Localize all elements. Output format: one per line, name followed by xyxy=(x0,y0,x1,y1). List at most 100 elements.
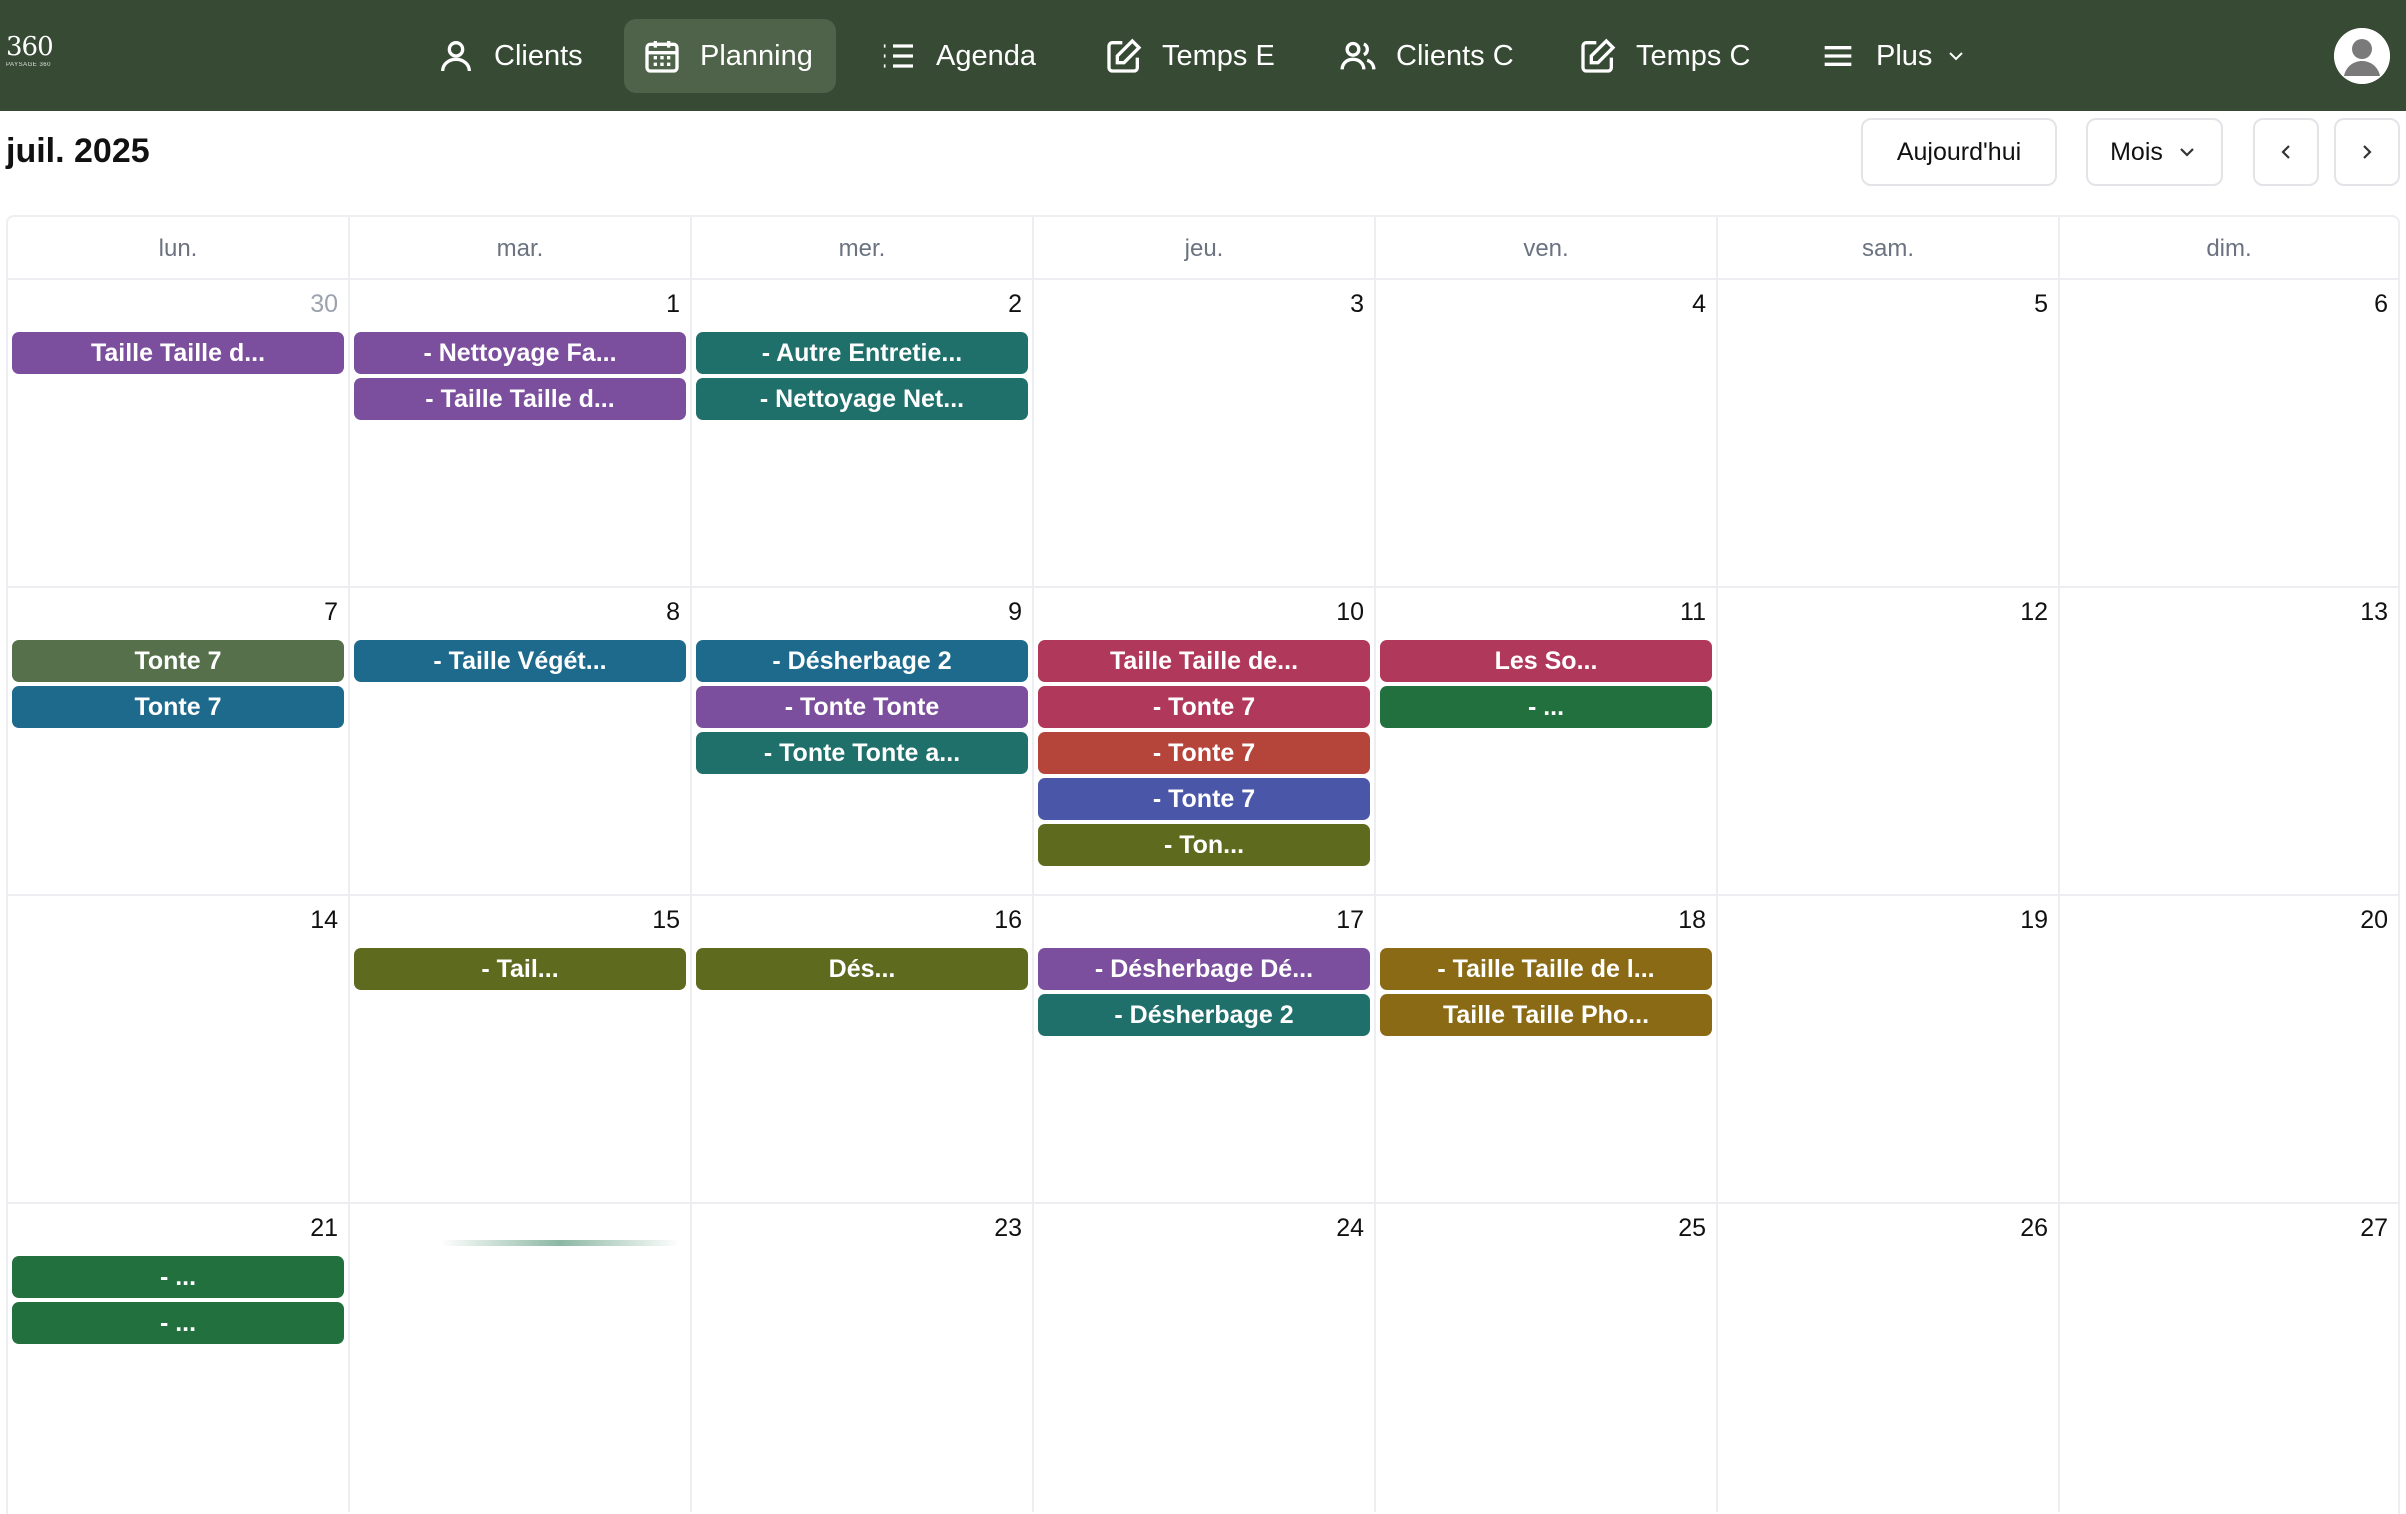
day-number[interactable]: 16 xyxy=(994,906,1022,935)
day-number[interactable]: 23 xyxy=(994,1214,1022,1243)
calendar-day-cell[interactable]: 9 - Désherbage 2- Tonte Tonte - Tonte Tont… xyxy=(692,588,1034,896)
calendar-day-cell[interactable]: 10 Taille Taille de... - Tonte 7- Tonte 7-… xyxy=(1034,588,1376,896)
day-number[interactable]: 27 xyxy=(2360,1214,2388,1243)
calendar-day-cell[interactable]: 24 xyxy=(1034,1204,1376,1512)
calendar-day-cell[interactable]: 16 Dés... xyxy=(692,896,1034,1204)
calendar-event[interactable]: - Tonte Tonte xyxy=(696,686,1028,728)
calendar-event[interactable]: - Tonte Tonte a... xyxy=(696,732,1028,774)
calendar-day-cell[interactable]: 7 Tonte 7 Tonte 7 xyxy=(8,588,350,896)
day-number[interactable]: 26 xyxy=(2020,1214,2048,1243)
calendar-event[interactable]: - ... xyxy=(12,1256,344,1298)
calendar-event[interactable]: - ... xyxy=(12,1302,344,1344)
day-number[interactable]: 19 xyxy=(2020,906,2048,935)
calendar-day-cell[interactable]: 23 xyxy=(692,1204,1034,1512)
calendar-event[interactable]: - ... xyxy=(1380,686,1712,728)
day-number[interactable]: 7 xyxy=(324,598,338,627)
day-number[interactable]: 11 xyxy=(1680,598,1706,627)
calendar-event[interactable]: - Tonte 7 xyxy=(1038,686,1370,728)
nav-item-planning[interactable]: Planning xyxy=(624,19,836,93)
calendar-day-cell[interactable]: 13 xyxy=(2060,588,2398,896)
app-logo[interactable]: 360 PAYSAGE 360 xyxy=(6,34,58,76)
calendar-event[interactable]: - Nettoyage Fa... xyxy=(354,332,686,374)
nav-item-plus[interactable]: Plus xyxy=(1800,19,1986,93)
edit-icon xyxy=(1581,38,1616,73)
day-number[interactable]: 6 xyxy=(2374,290,2388,319)
previous-month-button[interactable] xyxy=(2253,118,2319,186)
user-avatar[interactable] xyxy=(2334,28,2390,84)
nav-item-label: Agenda xyxy=(936,39,1036,72)
weekday-header-row: lun. mar. mer. jeu. ven. sam. dim. xyxy=(8,217,2398,280)
nav-item-label: Clients xyxy=(494,39,583,72)
next-month-button[interactable] xyxy=(2334,118,2400,186)
day-number[interactable]: 3 xyxy=(1350,290,1364,319)
calendar-event[interactable]: - Désherbage Dé... xyxy=(1038,948,1370,990)
calendar-event[interactable]: - Tail... xyxy=(354,948,686,990)
calendar-day-cell[interactable]: 26 xyxy=(1718,1204,2060,1512)
calendar-event[interactable]: - Tonte 7 xyxy=(1038,732,1370,774)
calendar-day-cell[interactable]: 15 - Tail... xyxy=(350,896,692,1204)
calendar-event[interactable]: - Désherbage 2 xyxy=(696,640,1028,682)
calendar-day-cell[interactable]: 3 xyxy=(1034,280,1376,588)
day-number[interactable]: 13 xyxy=(2360,598,2388,627)
calendar-day-cell[interactable]: 25 xyxy=(1376,1204,1718,1512)
calendar-day-cell[interactable]: 12 xyxy=(1718,588,2060,896)
calendar-event[interactable]: - Désherbage 2 xyxy=(1038,994,1370,1036)
day-number[interactable]: 12 xyxy=(2020,598,2048,627)
calendar-day-cell[interactable]: 21 - ... - ... xyxy=(8,1204,350,1512)
user-icon xyxy=(441,41,471,72)
nav-item-clients-c[interactable]: Clients C xyxy=(1320,19,1532,93)
day-number[interactable]: 15 xyxy=(652,906,680,935)
calendar-day-cell[interactable]: 4 xyxy=(1376,280,1718,588)
calendar-event[interactable]: Taille Taille d... xyxy=(12,332,344,374)
day-number[interactable]: 9 xyxy=(1008,598,1022,627)
nav-item-temps-e[interactable]: Temps E xyxy=(1086,19,1293,93)
day-number[interactable]: 18 xyxy=(1678,906,1706,935)
calendar-event[interactable]: - Taille Végét... xyxy=(354,640,686,682)
day-number[interactable]: 17 xyxy=(1336,906,1364,935)
day-number[interactable]: 14 xyxy=(310,906,338,935)
calendar-day-cell[interactable]: 6 xyxy=(2060,280,2398,588)
day-number[interactable]: 2 xyxy=(1008,290,1022,319)
view-select-button[interactable]: Mois xyxy=(2086,118,2223,186)
calendar-event[interactable]: - Taille Taille d... xyxy=(354,378,686,420)
calendar-day-cell[interactable]: 11 Les So... - ... xyxy=(1376,588,1718,896)
calendar-event[interactable]: Tonte 7 xyxy=(12,686,344,728)
nav-item-clients[interactable]: Clients xyxy=(418,19,601,93)
calendar-day-cell[interactable]: 19 xyxy=(1718,896,2060,1204)
calendar-day-cell[interactable] xyxy=(350,1204,692,1512)
day-number[interactable]: 4 xyxy=(1692,290,1706,319)
calendar-day-cell[interactable]: 20 xyxy=(2060,896,2398,1204)
calendar-event[interactable]: Tonte 7 xyxy=(12,640,344,682)
nav-item-temps-c[interactable]: Temps C xyxy=(1560,19,1768,93)
calendar-day-cell[interactable]: 27 xyxy=(2060,1204,2398,1512)
day-number[interactable]: 24 xyxy=(1336,1214,1364,1243)
day-number[interactable]: 8 xyxy=(666,598,680,627)
calendar-day-cell[interactable]: 17 - Désherbage Dé... - Désherbage 2 xyxy=(1034,896,1376,1204)
calendar-event[interactable]: - Ton... xyxy=(1038,824,1370,866)
edit-icon xyxy=(1107,38,1142,73)
calendar-day-cell[interactable]: 18 - Taille Taille de l... Taille Taille P… xyxy=(1376,896,1718,1204)
calendar-day-cell[interactable]: 30 Taille Taille d... xyxy=(8,280,350,588)
day-number[interactable]: 21 xyxy=(310,1214,338,1243)
calendar-event[interactable]: - Nettoyage Net... xyxy=(696,378,1028,420)
day-number[interactable]: 30 xyxy=(310,290,338,319)
day-number[interactable]: 1 xyxy=(666,290,680,319)
calendar-day-cell[interactable]: 5 xyxy=(1718,280,2060,588)
calendar-event[interactable]: - Taille Taille de l... xyxy=(1380,948,1712,990)
today-button[interactable]: Aujourd'hui xyxy=(1861,118,2057,186)
calendar-day-cell[interactable]: 8 - Taille Végét... xyxy=(350,588,692,896)
day-number[interactable]: 5 xyxy=(2034,290,2048,319)
calendar-event[interactable]: - Tonte 7 xyxy=(1038,778,1370,820)
calendar-day-cell[interactable]: 1 - Nettoyage Fa... - Taille Taille d... xyxy=(350,280,692,588)
day-number[interactable]: 20 xyxy=(2360,906,2388,935)
nav-item-agenda[interactable]: Agenda xyxy=(860,19,1054,93)
calendar-day-cell[interactable]: 2 - Autre Entretie... - Nettoyage Net... xyxy=(692,280,1034,588)
calendar-event[interactable]: Taille Taille Pho... xyxy=(1380,994,1712,1036)
day-number[interactable]: 25 xyxy=(1678,1214,1706,1243)
calendar-event[interactable]: Taille Taille de... xyxy=(1038,640,1370,682)
calendar-event[interactable]: Les So... xyxy=(1380,640,1712,682)
day-number[interactable]: 10 xyxy=(1336,598,1364,627)
calendar-event[interactable]: - Autre Entretie... xyxy=(696,332,1028,374)
calendar-event[interactable]: Dés... xyxy=(696,948,1028,990)
calendar-day-cell[interactable]: 14 xyxy=(8,896,350,1204)
